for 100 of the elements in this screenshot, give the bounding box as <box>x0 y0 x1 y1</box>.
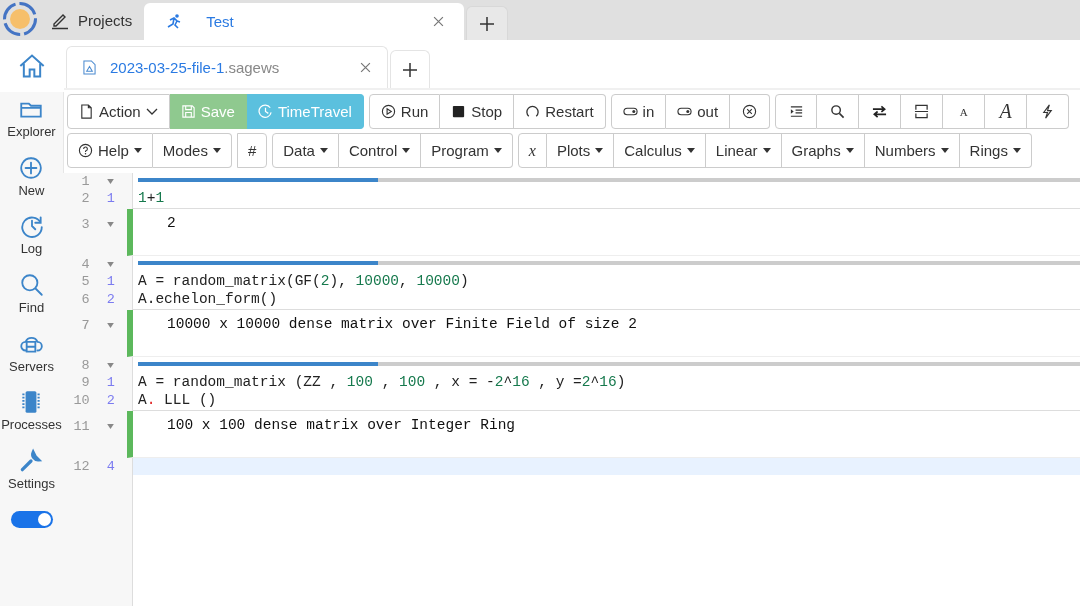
caret-icon <box>402 148 411 153</box>
code-line: 1+1 <box>137 190 165 206</box>
sidebar-item[interactable]: New <box>18 154 45 214</box>
restart-icon <box>525 104 541 119</box>
font-larger-button[interactable]: A <box>985 94 1028 129</box>
caret-icon <box>493 148 502 153</box>
line-number: 7 <box>80 317 90 335</box>
line-number: 12 <box>72 458 90 475</box>
toolbar-button[interactable]: Linear <box>705 133 782 168</box>
sidebar-item[interactable]: Settings <box>8 448 55 507</box>
code-line: A = random_matrix(GF(2), 10000, 10000) <box>137 273 469 289</box>
home-icon[interactable] <box>18 52 46 80</box>
line-number: 11 <box>72 418 90 436</box>
help-icon <box>78 143 93 158</box>
toolbar-button[interactable]: Graphs <box>781 133 865 168</box>
caret-icon <box>133 148 142 153</box>
toolbar-button[interactable]: Plots <box>546 133 615 168</box>
caret-icon <box>319 148 328 153</box>
project-tab[interactable]: Test <box>144 3 465 40</box>
swap-arrows-icon <box>872 104 888 119</box>
indent-button[interactable] <box>775 94 818 129</box>
sidebar-item[interactable]: Processes <box>1 389 62 449</box>
input-line-number: 2 <box>106 392 115 409</box>
sidebar-item[interactable]: Explorer <box>7 96 56 155</box>
cell-output: 100 x 100 dense matrix over Integer Ring <box>167 417 516 433</box>
toolbar-button[interactable]: out <box>666 94 731 129</box>
input-line-number: 1 <box>106 273 115 290</box>
caret-icon <box>212 148 221 153</box>
search-button[interactable] <box>817 94 860 129</box>
fold-triangle-icon[interactable] <box>107 222 115 227</box>
plus-icon <box>480 16 495 31</box>
cell-output: 2 <box>167 215 176 231</box>
toolbar-button[interactable]: Action <box>67 94 170 129</box>
toolbar-button[interactable]: Control <box>338 133 422 168</box>
toolbar-button[interactable]: Run <box>368 94 441 129</box>
line-number: 8 <box>80 357 90 374</box>
indent-icon <box>788 104 804 119</box>
caret-icon <box>595 148 604 153</box>
toolbar-button[interactable]: Stop <box>440 94 515 129</box>
split-icon <box>914 104 930 119</box>
input-line-number: 4 <box>106 458 115 475</box>
clock-icon <box>18 213 45 240</box>
toolbar-button[interactable]: Modes <box>152 133 232 168</box>
stop-icon <box>451 104 467 119</box>
logo-icon[interactable] <box>2 1 38 37</box>
history-icon <box>257 104 273 119</box>
toolbar-button[interactable]: Calculus <box>614 133 706 168</box>
code-line: A = random_matrix (ZZ , 100 , 100 , x = -2^16 , y =2^16) <box>137 374 626 390</box>
toolbar-button[interactable]: x <box>517 133 547 168</box>
file-tab[interactable]: 2023-03-25-file-1.sagews <box>66 46 388 88</box>
font-smaller-button[interactable]: A <box>943 94 986 129</box>
line-number: 6 <box>80 291 90 309</box>
fold-triangle-icon[interactable] <box>107 262 115 267</box>
toolbar-button[interactable]: # <box>236 133 268 168</box>
input-line-number: 2 <box>106 291 115 308</box>
file-extension: .sagews <box>224 59 280 76</box>
clear-icon <box>742 104 758 119</box>
close-icon[interactable] <box>360 62 371 73</box>
code-line: A.echelon_form() <box>137 291 278 307</box>
toolbar-button[interactable]: Program <box>421 133 513 168</box>
chevron-down-icon <box>145 107 158 116</box>
fold-triangle-icon[interactable] <box>107 179 115 184</box>
document-icon <box>83 60 96 75</box>
code-line: A. LLL () <box>137 392 217 408</box>
toolbar-button[interactable]: Rings <box>959 133 1032 168</box>
bolt-button[interactable] <box>1027 94 1070 129</box>
line-number: 10 <box>72 392 90 410</box>
clear-button[interactable] <box>730 94 771 129</box>
toolbar-button[interactable]: Help <box>67 133 153 168</box>
fold-triangle-icon[interactable] <box>107 424 115 429</box>
project-tab[interactable]: Projects <box>44 0 145 40</box>
sidebar-item[interactable]: Log <box>18 213 45 273</box>
fold-triangle-icon[interactable] <box>107 323 115 328</box>
toolbar-button[interactable]: Restart <box>514 94 606 129</box>
line-number: 2 <box>80 190 90 208</box>
toolbar-button[interactable]: in <box>610 94 667 129</box>
toolbar-button[interactable]: Data <box>272 133 339 168</box>
line-number: 4 <box>80 256 90 273</box>
toolbar-button[interactable]: Numbers <box>864 133 960 168</box>
caret-icon <box>686 148 695 153</box>
search-icon <box>18 272 45 299</box>
new-tab-button[interactable] <box>466 6 509 40</box>
new-file-tab-button[interactable] <box>390 50 430 88</box>
line-number: 3 <box>80 216 90 234</box>
caret-icon <box>845 148 854 153</box>
swap-button[interactable] <box>859 94 902 129</box>
toggle-switch[interactable] <box>10 510 53 528</box>
close-icon[interactable] <box>433 16 445 27</box>
sidebar-item[interactable]: Servers <box>9 330 54 390</box>
input-line-number: 1 <box>106 374 115 391</box>
sidebar-item[interactable]: Find <box>18 272 45 331</box>
line-number: 1 <box>80 173 90 190</box>
caret-icon <box>1012 148 1021 153</box>
search-icon <box>830 104 846 119</box>
line-number: 5 <box>80 273 90 291</box>
fold-triangle-icon[interactable] <box>107 363 115 368</box>
input-line-number: 1 <box>106 190 115 207</box>
split-button[interactable] <box>901 94 944 129</box>
caret-icon <box>762 148 771 153</box>
caret-icon <box>940 148 949 153</box>
